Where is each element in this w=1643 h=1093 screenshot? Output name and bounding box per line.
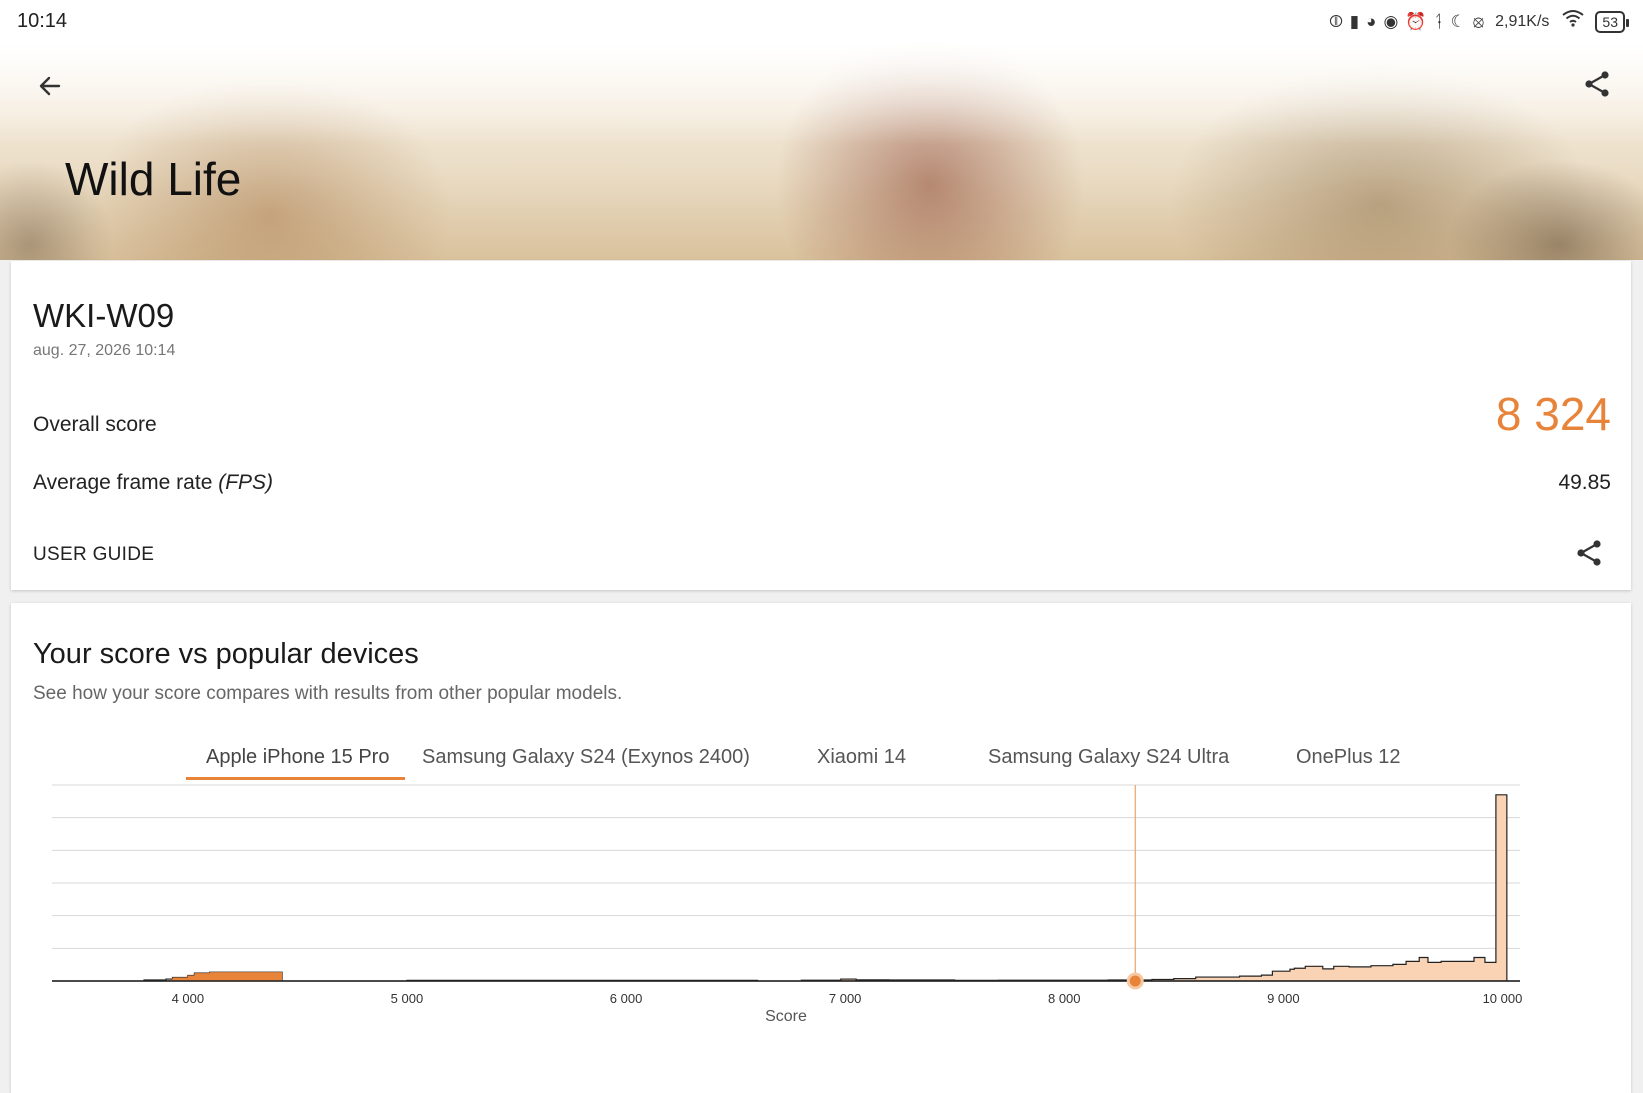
your-score-marker [1126,972,1144,990]
chart-grid [52,784,1520,982]
distribution-area [52,794,1520,982]
x-tick-label: 7 000 [829,991,862,1006]
page-title: Wild Life [65,153,242,205]
eye-icon: ◉ [1383,11,1399,31]
speedometer-icon: ◕ [1366,11,1377,31]
result-card: WKI-W09 aug. 27, 2026 10:14 Overall scor… [11,261,1631,590]
fps-label: Average frame rate (FPS) [33,471,273,495]
user-guide-link[interactable]: USER GUIDE [33,544,154,566]
overall-score-value: 8 324 [1495,388,1611,440]
device-name: WKI-W09 [33,297,175,334]
hero-fade [0,44,1643,144]
hero-banner: Wild Life [0,44,1643,260]
back-button[interactable] [26,62,74,110]
battery-icon: 53 [1595,10,1629,33]
battery-level: 53 [1602,13,1618,30]
nfc-icon: ⦷ [1329,11,1343,31]
arrow-left-icon [39,76,61,96]
overall-score-label: Overall score [33,413,157,436]
comparison-card: Your score vs popular devices See how yo… [11,603,1631,1093]
mute-icon: ⦻ [1472,11,1485,31]
header-share-button[interactable] [1573,60,1621,108]
fps-label-unit: (FPS) [218,471,274,494]
wifi-icon [1562,9,1585,34]
status-time: 10:14 [17,10,68,32]
x-tick-label: 9 000 [1267,991,1300,1006]
fps-value: 49.85 [1558,471,1611,494]
x-tick-label: 4 000 [172,991,205,1006]
fps-label-text: Average frame rate [33,471,219,494]
bluetooth-icon: ᛑ [1433,11,1444,31]
network-speed: 2,91K/s [1495,12,1550,30]
x-tick-label: 8 000 [1048,991,1081,1006]
x-tick-label: 5 000 [391,991,424,1006]
alarm-icon: ⏰ [1405,11,1427,31]
share-icon [1585,71,1609,97]
book-icon: ▮ [1349,11,1360,31]
x-tick-label: 6 000 [610,991,643,1006]
result-share-button[interactable] [1565,529,1613,577]
x-axis-ticks: 4 000 5 000 6 000 7 000 8 000 9 000 10 000 [172,991,1523,1006]
status-icons: ⦷ ▮ ◕ ◉ ⏰ ᛑ ☾ ⦻ 2,91K/s 53 [1329,9,1629,34]
score-distribution-chart: 4 000 5 000 6 000 7 000 8 000 9 000 10 000 Sco… [52,784,1523,1025]
share-icon [1577,540,1601,566]
status-bar: 10:14 ⦷ ▮ ◕ ◉ ⏰ ᛑ ☾ ⦻ 2,91K/s 53 [0,0,1643,44]
result-date: aug. 27, 2026 10:14 [33,342,176,359]
x-axis-title: Score [765,1008,807,1025]
moon-icon: ☾ [1450,11,1466,31]
distribution-highlight [172,972,283,981]
x-tick-label: 10 000 [1483,991,1523,1006]
